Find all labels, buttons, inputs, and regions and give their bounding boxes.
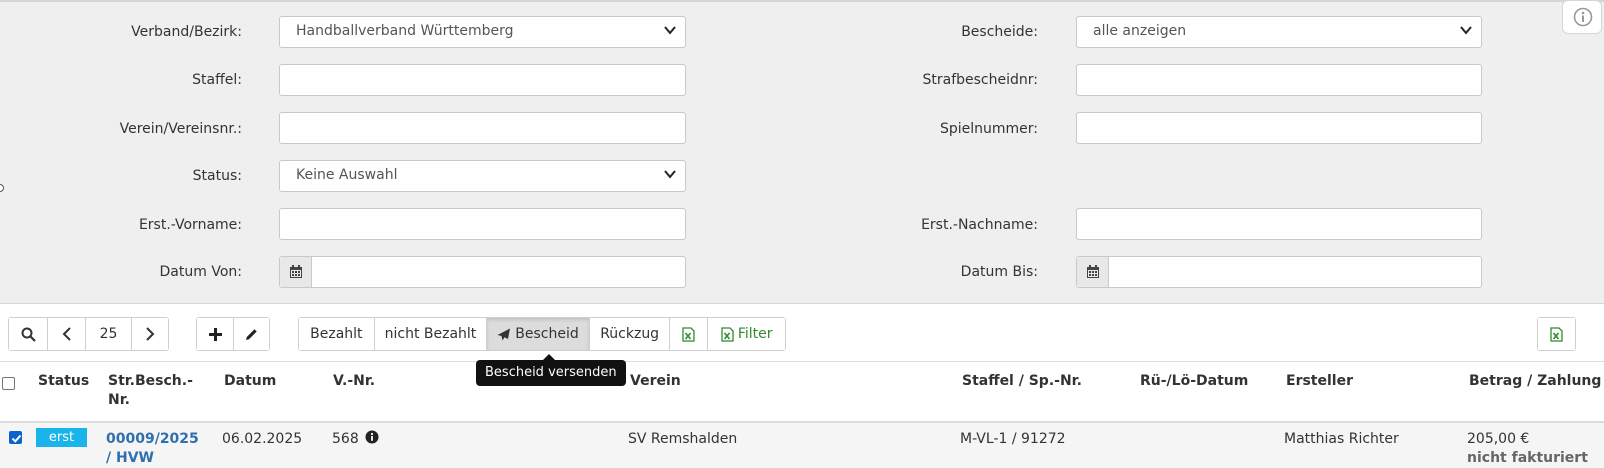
paper-plane-icon: [497, 328, 511, 340]
column-rue-loe-datum[interactable]: Rü-/Lö-Datum: [1140, 372, 1248, 391]
edit-button[interactable]: [234, 318, 269, 350]
chevron-down-icon: [1460, 26, 1472, 35]
pencil-icon: [246, 328, 257, 340]
row-ersteller: Matthias Richter: [1284, 431, 1399, 447]
excel-icon: [721, 326, 734, 342]
excel-export-all-button[interactable]: [1538, 318, 1575, 350]
ersteller-nachname-input[interactable]: [1076, 208, 1482, 240]
ersteller-nachname-label: Erst.-Nachname:: [921, 217, 1038, 233]
bescheid-tooltip: Bescheid versenden: [476, 354, 626, 386]
bescheid-label: Bescheid: [515, 326, 579, 342]
verband-value: Handballverband Württemberg: [296, 23, 514, 39]
str-besch-nr-line1: 00009/2025: [106, 431, 199, 447]
ersteller-vorname-input[interactable]: [279, 208, 686, 240]
column-str-besch-nr-line2: Nr.: [108, 392, 130, 408]
row-v-nr-value: 568: [332, 431, 359, 447]
nicht-bezahlt-button[interactable]: nicht Bezahlt: [374, 318, 488, 350]
calendar-icon[interactable]: [280, 257, 312, 287]
row-v-nr: 568: [332, 430, 379, 449]
action-group: Bezahlt nicht Bezahlt Bescheid Rückzug F…: [298, 317, 786, 351]
verband-select[interactable]: Handballverband Württemberg: [279, 16, 686, 48]
row-checkbox[interactable]: [9, 431, 22, 444]
column-str-besch-nr[interactable]: Str.Besch.- Nr.: [108, 372, 193, 410]
chevron-down-icon: [664, 26, 676, 35]
search-icon: [21, 327, 36, 342]
next-page-button[interactable]: [132, 318, 168, 350]
add-button[interactable]: [197, 318, 234, 350]
row-verein: SV Remshalden: [628, 431, 738, 447]
info-icon: [1573, 7, 1593, 27]
pagination-group: 25: [8, 317, 169, 351]
edit-group: [196, 317, 270, 351]
excel-icon: [1550, 326, 1563, 342]
column-datum[interactable]: Datum: [224, 372, 276, 391]
bescheide-label: Bescheide:: [961, 24, 1038, 40]
column-betrag[interactable]: Betrag / Zahlung: [1469, 372, 1601, 391]
chevron-right-icon: [146, 327, 155, 341]
row-betrag-value: 205,00 €: [1467, 431, 1530, 447]
info-icon[interactable]: [365, 430, 379, 444]
select-all-checkbox[interactable]: [2, 377, 15, 390]
calendar-icon[interactable]: [1077, 257, 1109, 287]
page-size-input[interactable]: 25: [86, 318, 132, 350]
ersteller-vorname-label: Erst.-Vorname:: [138, 217, 242, 233]
verein-input[interactable]: [279, 112, 686, 144]
table-header: Status Str.Besch.- Nr. Datum V.-Nr. Vere…: [0, 361, 1604, 423]
spielnummer-input[interactable]: [1076, 112, 1482, 144]
spielnummer-label: Spielnummer:: [939, 121, 1038, 137]
column-str-besch-nr-line1: Str.Besch.-: [108, 373, 193, 389]
staffel-input[interactable]: [279, 64, 686, 96]
row-betrag: 205,00 € nicht fakturiert: [1467, 430, 1588, 468]
check-icon: [11, 434, 22, 443]
column-staffel[interactable]: Staffel / Sp.-Nr.: [962, 372, 1082, 391]
str-besch-nr-line2: / HVW: [106, 450, 154, 466]
strafbescheidnr-input[interactable]: [1076, 64, 1482, 96]
prev-page-button[interactable]: [48, 318, 86, 350]
row-datum: 06.02.2025: [222, 431, 303, 447]
column-verein[interactable]: Verein: [630, 372, 681, 391]
filter-panel: Verband/Bezirk: Handballverband Württemb…: [0, 0, 1604, 304]
table-row[interactable]: erst 00009/2025 / HVW 06.02.2025 568 SV …: [0, 423, 1604, 468]
strafbescheidnr-label: Strafbescheidnr:: [922, 72, 1039, 88]
column-v-nr[interactable]: V.-Nr.: [333, 372, 375, 391]
staffel-label: Staffel:: [192, 72, 242, 88]
column-ersteller[interactable]: Ersteller: [1286, 372, 1353, 391]
status-value: Keine Auswahl: [296, 167, 398, 183]
column-status[interactable]: Status: [38, 372, 89, 391]
excel-filter-button[interactable]: Filter: [708, 318, 785, 350]
verein-label: Verein/Vereinsnr.:: [119, 121, 242, 137]
status-select[interactable]: Keine Auswahl: [279, 160, 686, 192]
plus-icon: [208, 327, 222, 341]
row-zahlung-status: nicht fakturiert: [1467, 450, 1588, 466]
info-button[interactable]: [1562, 0, 1602, 34]
verband-label: Verband/Bezirk:: [131, 24, 242, 40]
datum-bis-input[interactable]: [1076, 256, 1482, 288]
filter-label: Filter: [737, 326, 773, 342]
bescheide-select[interactable]: alle anzeigen: [1076, 16, 1482, 48]
bezahlt-button[interactable]: Bezahlt: [299, 318, 375, 350]
datum-bis-label: Datum Bis:: [960, 264, 1038, 280]
datum-von-input[interactable]: [279, 256, 686, 288]
export-group: [1537, 317, 1576, 351]
chevron-left-icon: [62, 327, 71, 341]
search-button[interactable]: [9, 318, 48, 350]
status-label: Status:: [192, 168, 242, 184]
row-staffel: M-VL-1 / 91272: [960, 431, 1066, 447]
datum-von-label: Datum Von:: [159, 264, 242, 280]
bescheide-value: alle anzeigen: [1093, 23, 1187, 39]
status-badge: erst: [36, 428, 87, 447]
rueckzug-button[interactable]: Rückzug: [589, 318, 671, 350]
bescheid-button[interactable]: Bescheid: [487, 318, 590, 350]
str-besch-nr-link[interactable]: 00009/2025 / HVW: [106, 430, 199, 468]
chevron-down-icon: [664, 170, 676, 179]
excel-icon: [682, 326, 696, 342]
excel-export-button[interactable]: [670, 318, 709, 350]
